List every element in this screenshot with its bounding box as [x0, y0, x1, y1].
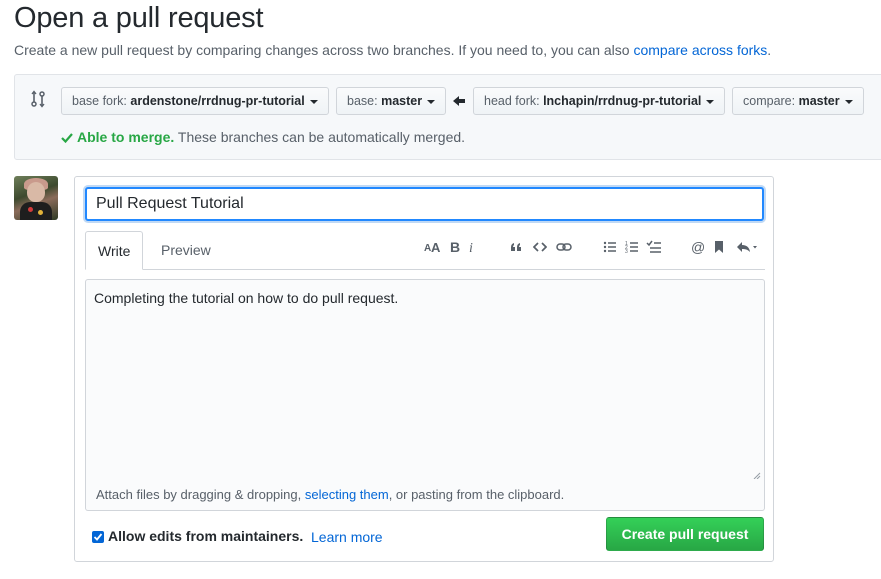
avatar — [14, 176, 58, 220]
svg-text:B: B — [450, 239, 460, 255]
compare-branch-select[interactable]: compare: master — [732, 87, 864, 115]
attach-files-bar[interactable]: Attach files by dragging & dropping, sel… — [85, 479, 765, 511]
check-icon — [61, 130, 73, 146]
base-fork-value: ardenstone/rrdnug-pr-tutorial — [130, 94, 305, 108]
unordered-list-icon[interactable] — [603, 239, 617, 255]
compare-label: compare: — [743, 94, 796, 108]
caret-down-icon — [309, 99, 318, 104]
tab-write[interactable]: Write — [85, 231, 144, 270]
ordered-list-icon[interactable]: 123 — [625, 239, 639, 255]
svg-text:3: 3 — [625, 249, 628, 255]
task-list-icon[interactable] — [646, 239, 662, 255]
merge-status: Able to merge. These branches can be aut… — [61, 129, 465, 146]
base-fork-label: base fork: — [72, 94, 127, 108]
svg-text:i: i — [469, 241, 473, 255]
link-icon[interactable] — [556, 239, 572, 255]
caret-down-icon — [706, 99, 715, 104]
text-size-icon[interactable]: AA — [424, 239, 442, 255]
arrow-left-icon — [452, 94, 466, 108]
caret-down-icon — [427, 99, 436, 104]
mention-icon[interactable]: @ — [691, 239, 705, 255]
bookmark-icon[interactable] — [713, 239, 725, 255]
svg-text:@: @ — [691, 239, 705, 255]
quote-icon[interactable] — [509, 239, 523, 255]
title-input[interactable] — [85, 187, 764, 221]
compare-across-forks-link[interactable]: compare across forks — [633, 42, 767, 58]
base-label: base: — [347, 94, 378, 108]
body-textarea[interactable]: Completing the tutorial on how to do pul… — [85, 279, 765, 503]
base-branch-select[interactable]: base: master — [336, 87, 447, 115]
code-icon[interactable] — [533, 239, 547, 255]
learn-more-link[interactable]: Learn more — [311, 529, 383, 545]
attach-suffix: , or pasting from the clipboard. — [388, 487, 565, 502]
head-fork-label: head fork: — [484, 94, 540, 108]
svg-text:A: A — [431, 240, 441, 255]
merge-status-label: Able to merge. — [77, 129, 175, 145]
page-title: Open a pull request — [14, 2, 264, 34]
head-fork-value: lnchapin/rrdnug-pr-tutorial — [543, 94, 702, 108]
resize-grip-icon[interactable] — [753, 467, 761, 480]
compare-value: master — [798, 94, 840, 108]
attach-text: Attach files by dragging & dropping, — [96, 487, 305, 502]
selecting-them-link[interactable]: selecting them — [305, 487, 389, 502]
reply-icon[interactable] — [735, 239, 759, 255]
base-fork-select[interactable]: base fork: ardenstone/rrdnug-pr-tutorial — [61, 87, 329, 115]
base-value: master — [381, 94, 423, 108]
subtitle-period: . — [767, 42, 772, 58]
branch-compare-box: base fork: ardenstone/rrdnug-pr-tutorial… — [14, 74, 881, 160]
tab-preview[interactable]: Preview — [149, 231, 223, 269]
pull-request-form: Write Preview AA B i 123 @ Completing th… — [74, 176, 774, 562]
caret-down-icon — [844, 99, 853, 104]
bold-icon[interactable]: B — [449, 239, 461, 255]
head-fork-select[interactable]: head fork: lnchapin/rrdnug-pr-tutorial — [473, 87, 726, 115]
merge-status-message: These branches can be automatically merg… — [177, 129, 466, 145]
italic-icon[interactable]: i — [469, 239, 477, 255]
allow-edits-label[interactable]: Allow edits from maintainers. — [108, 528, 303, 544]
git-compare-icon — [30, 90, 46, 108]
page-subtitle: Create a new pull request by comparing c… — [14, 42, 771, 58]
allow-edits-checkbox[interactable] — [92, 531, 104, 543]
subtitle-text: Create a new pull request by comparing c… — [14, 42, 630, 58]
create-pull-request-button[interactable]: Create pull request — [606, 517, 764, 551]
